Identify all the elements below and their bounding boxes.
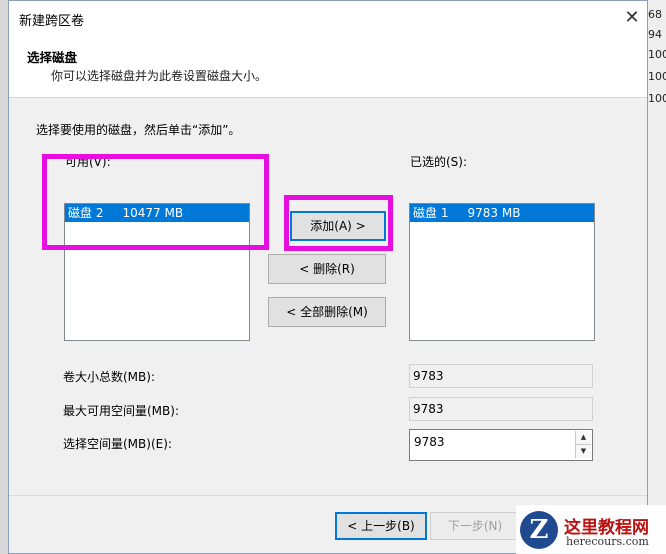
select-space-stepper[interactable]: 9783 ▲ ▼ (409, 429, 593, 461)
title-bar: 新建跨区卷 ✕ (9, 1, 647, 35)
watermark-logo-icon: Z (520, 511, 558, 549)
total-size-label: 卷大小总数(MB): (63, 370, 155, 384)
add-highlight-box (284, 195, 393, 251)
background-number: 94 (648, 28, 662, 41)
selected-label: 已选的(S): (410, 155, 468, 169)
total-size-field: 9783 (409, 364, 593, 388)
background-number: 100 (648, 70, 666, 83)
remove-button[interactable]: < 删除(R) (268, 254, 386, 284)
remove-all-button[interactable]: < 全部删除(M) (268, 297, 386, 327)
back-button[interactable]: < 上一步(B) (335, 512, 427, 540)
close-icon[interactable]: ✕ (621, 7, 643, 29)
wizard-header: 选择磁盘 你可以选择磁盘并为此卷设置磁盘大小。 (9, 35, 647, 98)
background-window-right: 68 94 100 100 100 (648, 0, 666, 554)
new-spanned-volume-dialog: 新建跨区卷 ✕ 选择磁盘 你可以选择磁盘并为此卷设置磁盘大小。 选择要使用的磁盘… (8, 0, 648, 554)
dialog-title: 新建跨区卷 (19, 14, 85, 29)
background-number: 100 (648, 48, 666, 61)
header-title: 选择磁盘 (27, 50, 78, 65)
next-button[interactable]: 下一步(N) (430, 512, 520, 540)
stepper-up-icon[interactable]: ▲ (575, 431, 591, 445)
select-space-label: 选择空间量(MB)(E): (63, 437, 172, 451)
max-space-label: 最大可用空间量(MB): (63, 404, 179, 418)
list-item[interactable]: 磁盘 1 9783 MB (410, 204, 594, 222)
header-subtitle: 你可以选择磁盘并为此卷设置磁盘大小。 (51, 69, 268, 83)
max-space-field: 9783 (409, 397, 593, 421)
select-space-value[interactable]: 9783 (414, 435, 445, 449)
background-number: 68 (648, 8, 662, 21)
available-highlight-box (42, 154, 269, 250)
background-number: 100 (648, 92, 666, 105)
instruction-text: 选择要使用的磁盘，然后单击“添加”。 (36, 123, 241, 137)
watermark: Z 这里教程网 herecours.com (516, 505, 666, 554)
stepper-down-icon[interactable]: ▼ (575, 445, 591, 458)
footer-divider (9, 495, 647, 496)
watermark-url: herecours.com (566, 535, 649, 548)
selected-disks-list[interactable]: 磁盘 1 9783 MB (409, 203, 595, 341)
